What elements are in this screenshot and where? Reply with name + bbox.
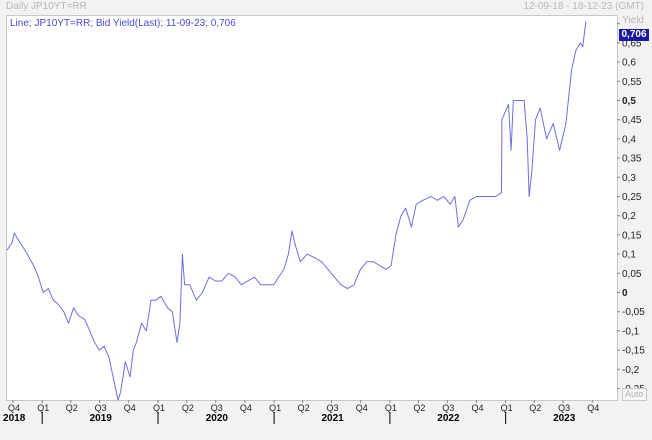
y-tick-label: 0,25 xyxy=(622,192,642,203)
auto-scale-button[interactable]: Auto xyxy=(622,388,647,401)
x-year-label: 2018 xyxy=(3,413,26,424)
line-chart: 0,650,60,550,50,450,40,350,30,250,20,150… xyxy=(3,21,645,424)
y-tick-label: 0,05 xyxy=(622,269,642,280)
y-tick-label: 0,4 xyxy=(622,134,636,145)
x-year-label: 2020 xyxy=(206,413,229,424)
x-quarter-label: Q3 xyxy=(327,403,339,413)
y-tick-label: 0,6 xyxy=(622,58,636,69)
x-quarter-label: Q2 xyxy=(182,403,194,413)
x-quarter-label: Q4 xyxy=(240,403,252,413)
y-tick-label: 0,2 xyxy=(622,211,636,222)
x-quarter-label: Q1 xyxy=(501,403,513,413)
x-year-label: 2023 xyxy=(553,413,576,424)
x-quarter-label: Q2 xyxy=(298,403,310,413)
y-tick-label: 0 xyxy=(622,288,628,299)
x-quarter-label: Q3 xyxy=(95,403,107,413)
x-quarter-label: Q4 xyxy=(124,403,136,413)
y-tick-label: 0,55 xyxy=(622,77,642,88)
y-tick-label: 0,35 xyxy=(622,154,642,165)
series-legend: Line; JP10YT=RR; Bid Yield(Last); 11-09-… xyxy=(10,18,236,29)
x-quarter-label: Q1 xyxy=(153,403,165,413)
x-year-label: 2022 xyxy=(437,413,460,424)
x-quarter-label: Q4 xyxy=(8,403,20,413)
y-tick-label: 0,3 xyxy=(622,173,636,184)
x-quarter-label: Q3 xyxy=(211,403,223,413)
x-year-label: 2019 xyxy=(90,413,113,424)
y-tick-label: 0,45 xyxy=(622,115,642,126)
x-quarter-label: Q1 xyxy=(269,403,281,413)
x-quarter-label: Q1 xyxy=(37,403,49,413)
y-tick-label: 0,15 xyxy=(622,230,642,241)
series-line xyxy=(6,21,587,401)
x-quarter-label: Q2 xyxy=(413,403,425,413)
y-tick-label: -0,1 xyxy=(622,326,640,337)
x-year-label: 2021 xyxy=(322,413,345,424)
y-tick-label: -0,2 xyxy=(622,365,640,376)
x-quarter-label: Q3 xyxy=(558,403,570,413)
x-quarter-label: Q2 xyxy=(529,403,541,413)
x-quarter-label: Q4 xyxy=(587,403,599,413)
x-quarter-label: Q4 xyxy=(471,403,483,413)
x-quarter-label: Q2 xyxy=(66,403,78,413)
y-tick-label: -0,05 xyxy=(622,307,645,318)
y-tick-label: -0,15 xyxy=(622,346,645,357)
x-quarter-label: Q4 xyxy=(356,403,368,413)
y-tick-label: 0,5 xyxy=(622,96,636,107)
x-quarter-label: Q1 xyxy=(385,403,397,413)
x-quarter-label: Q3 xyxy=(442,403,454,413)
y-tick-label: 0,1 xyxy=(622,250,636,261)
last-value-marker: 0,706 xyxy=(619,29,649,41)
